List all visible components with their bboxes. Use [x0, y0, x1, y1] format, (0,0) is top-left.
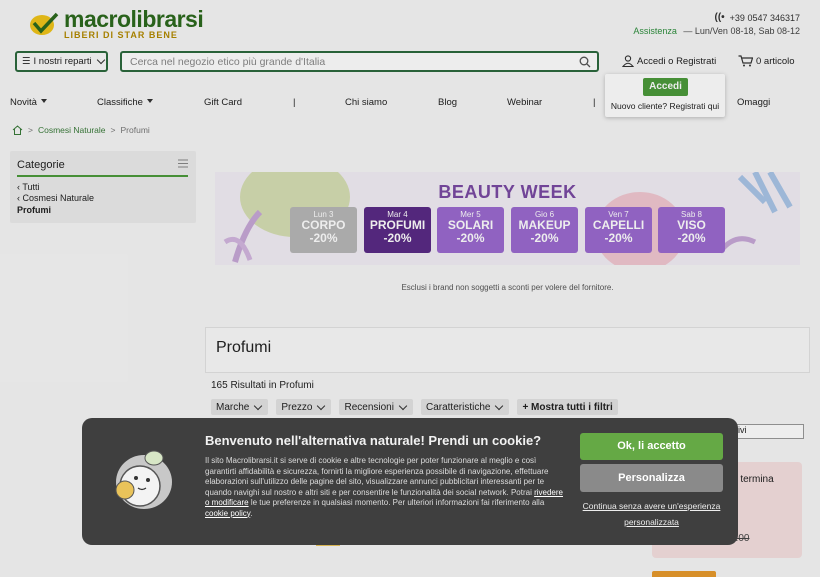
cookie-policy-link[interactable]: cookie policy	[205, 509, 250, 518]
customize-cookies-button[interactable]: Personalizza	[580, 464, 723, 492]
accept-cookies-button[interactable]: Ok, li accetto	[580, 433, 723, 460]
hedgehog-cookie-icon	[115, 450, 172, 509]
cookie-title: Benvenuto nell'alternativa naturale! Pre…	[205, 433, 542, 448]
cookie-banner: Benvenuto nell'alternativa naturale! Pre…	[82, 418, 738, 545]
cookie-text: Il sito Macrolibrarsi.it si serve di coo…	[205, 456, 563, 518]
continue-without-link[interactable]: Continua senza avere un'esperienza perso…	[580, 498, 723, 530]
